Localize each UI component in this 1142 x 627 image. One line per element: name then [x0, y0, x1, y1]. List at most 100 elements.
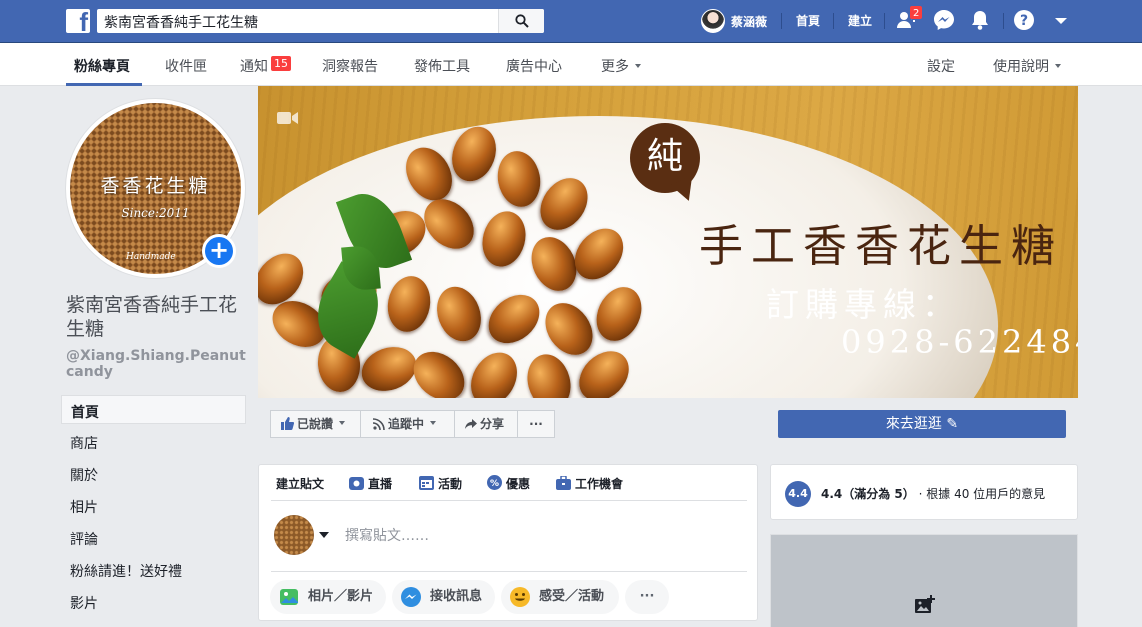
- profile-picture-since: Since:2011: [121, 206, 190, 220]
- tab-event[interactable]: 活動: [419, 475, 462, 493]
- help-icon: ?: [1014, 10, 1034, 30]
- settings-link[interactable]: 設定: [927, 56, 955, 76]
- like-button[interactable]: 已說讚: [270, 410, 361, 438]
- add-profile-picture-button[interactable]: +: [202, 234, 236, 268]
- feeling-activity-button[interactable]: 感受／活動: [501, 580, 619, 614]
- follow-button-label: 追蹤中: [388, 417, 425, 431]
- tab-ad-center[interactable]: 廣告中心: [506, 56, 562, 76]
- cta-label: 來去逛逛: [885, 416, 942, 432]
- account-menu-caret-icon: [1055, 18, 1067, 24]
- divider: [271, 500, 747, 501]
- page-admin-nav: 粉絲專頁 收件匣 通知 15 洞察報告 發佈工具 廣告中心 更多 設定 使用說明: [0, 43, 1142, 86]
- top-bar: f 紫南宮香香純手工花生糖 蔡涵薇 首頁 建立 2 ?: [0, 0, 1142, 43]
- cover-photo[interactable]: 純 手工香香花生糖 訂購專線： 0928-622484: [258, 86, 1078, 398]
- notifications-count-badge: 15: [271, 56, 291, 71]
- cover-phone-number: 0928-622484: [841, 323, 1078, 361]
- more-actions-button[interactable]: ···: [517, 410, 555, 438]
- search-button[interactable]: [498, 9, 544, 33]
- help-button[interactable]: ?: [1013, 9, 1039, 33]
- svg-text:%: %: [490, 479, 499, 489]
- sidebar-item-videos[interactable]: 影片: [61, 587, 246, 616]
- rating-score-badge: 4.4: [785, 481, 811, 507]
- divider: [271, 571, 747, 572]
- pencil-edit-icon[interactable]: ✎: [946, 416, 958, 432]
- messenger-icon: [934, 10, 954, 30]
- svg-text:?: ?: [1020, 13, 1028, 29]
- composer-more-button[interactable]: ···: [625, 580, 669, 614]
- chevron-down-icon: [339, 421, 346, 425]
- post-composer: 建立貼文 直播 活動 % 優惠 工作機會 撰寫貼文…… 相片／影片 接收訊息 感受…: [258, 464, 758, 621]
- photo-video-button[interactable]: 相片／影片: [270, 580, 386, 614]
- get-messages-button[interactable]: 接收訊息: [392, 580, 495, 614]
- sidebar-item-home[interactable]: 首頁: [61, 395, 246, 424]
- tab-more[interactable]: 更多: [601, 56, 641, 76]
- chevron-down-icon: [635, 64, 641, 68]
- share-button[interactable]: 分享: [454, 410, 518, 438]
- facebook-logo-icon[interactable]: f: [66, 9, 90, 33]
- tab-inbox[interactable]: 收件匣: [165, 56, 207, 76]
- smiley-face-icon: [510, 587, 530, 607]
- plus-icon: +: [208, 236, 230, 264]
- briefcase-icon: [556, 475, 571, 490]
- more-dots-icon: ···: [529, 417, 543, 431]
- search-input[interactable]: 紫南宮香香純手工花生糖: [104, 12, 258, 32]
- sidebar-item-fans-giveaway[interactable]: 粉絲請進！送好禮: [61, 555, 246, 584]
- more-dots-icon: ···: [639, 589, 655, 604]
- follow-button[interactable]: 追蹤中: [360, 410, 455, 438]
- home-link[interactable]: 首頁: [796, 12, 820, 29]
- active-tab-indicator: [66, 83, 142, 86]
- messenger-button[interactable]: [933, 9, 959, 33]
- help-menu[interactable]: 使用說明: [993, 56, 1061, 76]
- divider: [833, 13, 834, 29]
- tab-notifications[interactable]: 通知 15: [240, 56, 291, 76]
- calendar-icon: [419, 476, 434, 490]
- divider: [781, 13, 782, 29]
- rating-card[interactable]: 4.4 4.4（滿分為 5） · 根據 40 位用戶的意見: [770, 464, 1078, 520]
- cover-order-line: 訂購專線：: [766, 285, 961, 324]
- page-title[interactable]: 紫南宮香香純手工花生糖: [66, 293, 246, 341]
- rss-icon: [372, 418, 385, 431]
- user-name: 蔡涵薇: [731, 15, 768, 29]
- tab-offer[interactable]: % 優惠: [487, 475, 530, 493]
- search-box[interactable]: 紫南宮香香純手工花生糖: [97, 9, 544, 33]
- sidebar-item-shop[interactable]: 商店: [61, 427, 246, 456]
- friend-requests-badge: 2: [909, 5, 924, 20]
- chevron-down-icon: [1055, 64, 1061, 68]
- tab-page[interactable]: 粉絲專頁: [74, 56, 130, 76]
- sidebar-item-about[interactable]: 關於: [61, 459, 246, 488]
- speech-bubble: 純: [630, 123, 700, 193]
- friend-requests-button[interactable]: 2: [896, 5, 924, 33]
- tab-publishing-tools[interactable]: 發佈工具: [414, 56, 470, 76]
- live-video-icon: [349, 477, 364, 490]
- post-text-input[interactable]: 撰寫貼文……: [345, 525, 429, 545]
- add-photo-icon[interactable]: [914, 595, 936, 615]
- sidebar-item-photos[interactable]: 相片: [61, 491, 246, 520]
- tab-create-post[interactable]: 建立貼文: [276, 475, 324, 493]
- thumbs-up-icon: [281, 417, 295, 430]
- tab-insights[interactable]: 洞察報告: [322, 56, 378, 76]
- cover-title: 手工香香花生糖: [699, 221, 1063, 272]
- create-link[interactable]: 建立: [848, 12, 872, 29]
- account-menu-button[interactable]: [1050, 9, 1076, 33]
- chevron-down-icon[interactable]: [319, 532, 329, 538]
- like-button-label: 已說讚: [297, 417, 334, 431]
- page-avatar: [274, 515, 314, 555]
- rating-based-on: · 根據 40 位用戶的意見: [918, 487, 1046, 501]
- messenger-icon: [401, 587, 421, 607]
- chevron-down-icon: [430, 421, 437, 425]
- add-photo-card[interactable]: [770, 534, 1078, 627]
- rating-summary: 4.4（滿分為 5） · 根據 40 位用戶的意見: [821, 485, 1045, 502]
- profile-picture-title: 香香花生糖: [100, 175, 211, 197]
- offer-tag-icon: %: [487, 475, 502, 490]
- page-username[interactable]: @Xiang.Shiang.Peanutcandy: [66, 348, 246, 380]
- photo-icon: [280, 589, 298, 605]
- tab-jobs[interactable]: 工作機會: [556, 475, 623, 493]
- user-avatar: [701, 9, 725, 33]
- call-to-action-button[interactable]: 來去逛逛 ✎: [778, 410, 1066, 438]
- notifications-button[interactable]: [969, 9, 995, 33]
- divider: [1003, 13, 1004, 29]
- sidebar-item-reviews[interactable]: 評論: [61, 523, 246, 552]
- video-camera-icon[interactable]: [276, 110, 300, 126]
- profile-picture-handmade: Handmade: [126, 252, 176, 262]
- tab-live[interactable]: 直播: [349, 475, 392, 493]
